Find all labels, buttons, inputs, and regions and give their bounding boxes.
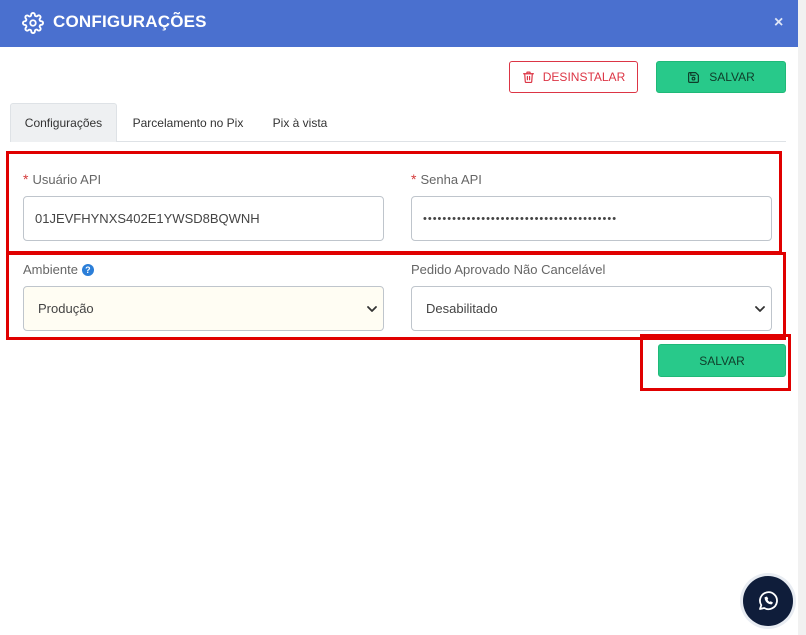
senha-api-input[interactable]: •••••••••••••••••••••••••••••••••••••••• [411, 196, 772, 241]
close-button[interactable]: × [774, 14, 783, 32]
scrollbar[interactable] [798, 0, 806, 635]
save-icon [688, 71, 700, 83]
pedido-aprovado-select[interactable]: Desabilitado [411, 286, 772, 331]
senha-api-label: * Senha API [411, 171, 482, 187]
scrollbar-thumb[interactable] [799, 0, 805, 600]
uninstall-button[interactable]: DESINSTALAR [509, 61, 638, 93]
modal-header: CONFIGURAÇÕES × [0, 0, 798, 47]
trash-icon [522, 71, 534, 84]
tab-parcelamento-no-pix[interactable]: Parcelamento no Pix [125, 103, 251, 142]
save-label-top: SALVAR [709, 70, 755, 84]
uninstall-label: DESINSTALAR [542, 70, 626, 84]
ambiente-selected-value: Produção [38, 301, 94, 316]
chevron-down-icon [755, 306, 765, 312]
question-circle-icon[interactable]: ? [81, 263, 94, 276]
save-button-bottom[interactable]: SALVAR [658, 344, 786, 377]
ambiente-label: Ambiente ? [23, 262, 94, 277]
usuario-api-label-text: Usuário API [32, 171, 102, 187]
usuario-api-label: * Usuário API [23, 171, 101, 187]
required-marker: * [23, 171, 29, 187]
gear-icon [22, 12, 44, 34]
tab-bar: Configurações Parcelamento no Pix Pix à … [10, 103, 786, 142]
pedido-aprovado-label: Pedido Aprovado Não Cancelável [411, 262, 606, 277]
modal-title: CONFIGURAÇÕES [53, 12, 207, 31]
whatsapp-icon [759, 591, 778, 611]
ambiente-label-text: Ambiente [23, 262, 78, 277]
senha-api-label-text: Senha API [420, 171, 482, 187]
tab-configuracoes[interactable]: Configurações [10, 103, 117, 142]
pedido-aprovado-selected-value: Desabilitado [426, 301, 498, 316]
tab-pix-a-vista[interactable]: Pix à vista [266, 103, 334, 142]
ambiente-select[interactable]: Produção [23, 286, 384, 331]
whatsapp-chat-button[interactable] [743, 576, 793, 626]
save-button-top[interactable]: SALVAR [656, 61, 786, 93]
usuario-api-input[interactable]: 01JEVFHYNXS402E1YWSD8BQWNH [23, 196, 384, 241]
required-marker: * [411, 171, 417, 187]
chevron-down-icon [367, 306, 377, 312]
